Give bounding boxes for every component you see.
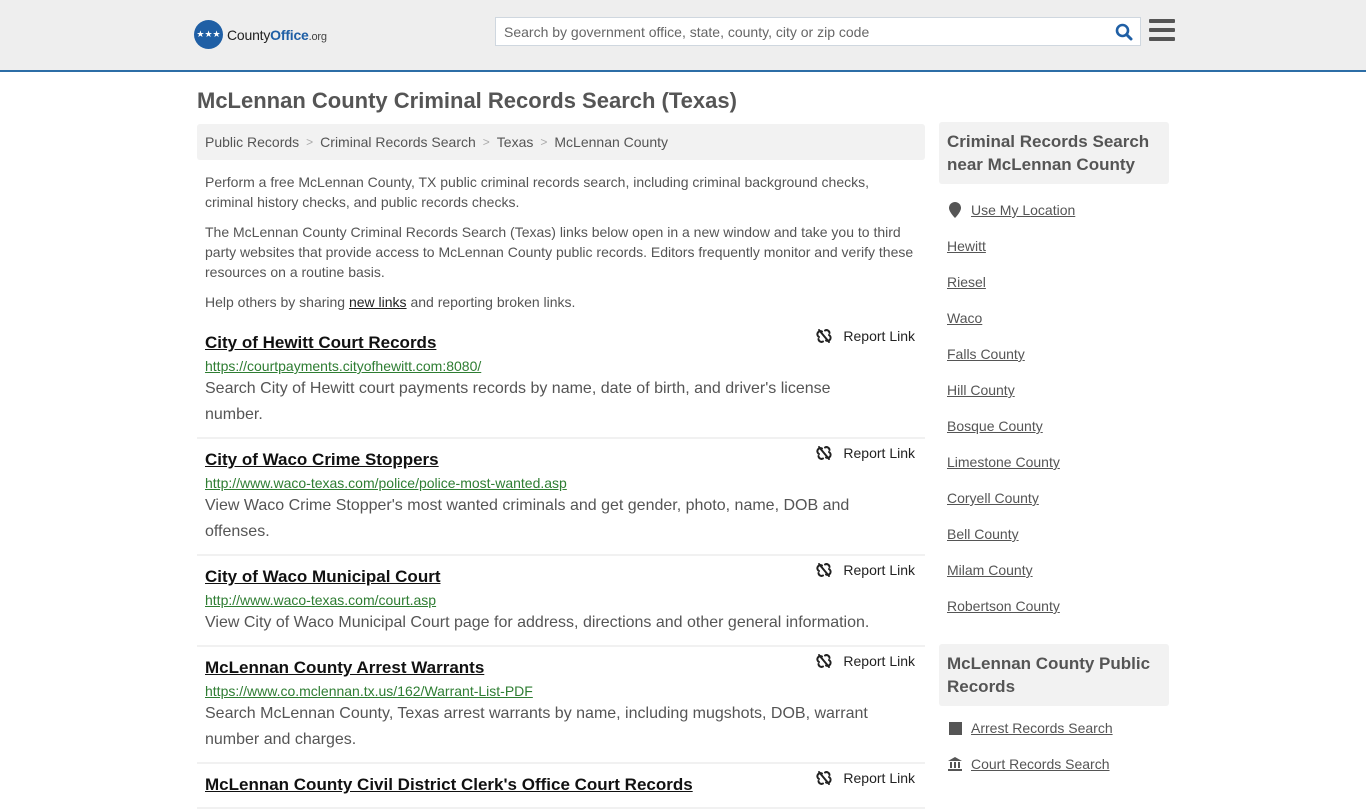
site-logo[interactable]: ★★★ CountyOffice.org — [194, 20, 327, 49]
report-link-label: Report Link — [843, 653, 915, 669]
nearby-link-bosque-county[interactable]: Bosque County — [947, 418, 1043, 434]
eagle-logo-icon: ★★★ — [194, 20, 223, 49]
record-description: View City of Waco Municipal Court page f… — [205, 614, 870, 631]
breadcrumb-texas[interactable]: Texas — [497, 134, 534, 150]
nearby-item: Coryell County — [947, 480, 1161, 516]
breadcrumb-current: McLennan County — [554, 134, 669, 150]
records-list: City of Hewitt Court Records Report Link… — [197, 328, 925, 809]
nearby-item: Riesel — [947, 264, 1161, 300]
court-records-search-link[interactable]: Court Records Search — [971, 756, 1110, 772]
breadcrumb-separator: > — [482, 135, 490, 149]
nearby-item: Hill County — [947, 372, 1161, 408]
top-bar: ★★★ CountyOffice.org — [0, 0, 1366, 72]
map-pin-icon — [947, 202, 963, 218]
nearby-link-limestone-county[interactable]: Limestone County — [947, 454, 1060, 470]
report-link-button[interactable]: Report Link — [816, 562, 915, 578]
record-item: City of Hewitt Court Records Report Link… — [197, 328, 925, 439]
sidebar: Criminal Records Search near McLennan Co… — [939, 122, 1169, 782]
report-link-label: Report Link — [843, 445, 915, 461]
record-item: City of Waco Municipal Court Report Link… — [197, 556, 925, 647]
nearby-item: Robertson County — [947, 588, 1161, 624]
nearby-link-robertson-county[interactable]: Robertson County — [947, 598, 1060, 614]
report-link-label: Report Link — [843, 562, 915, 578]
broken-link-icon — [816, 329, 832, 343]
breadcrumb-criminal-records-search[interactable]: Criminal Records Search — [320, 134, 476, 150]
intro-text-before: Help others by sharing — [205, 294, 349, 310]
record-item: McLennan County Civil District Clerk's O… — [197, 764, 925, 809]
magnifier-icon — [1115, 23, 1133, 40]
broken-link-icon — [816, 563, 832, 577]
intro-paragraph-1: Perform a free McLennan County, TX publi… — [205, 174, 870, 210]
public-record-item: Court Records Search — [947, 746, 1161, 782]
intro-paragraph-2: The McLennan County Criminal Records Sea… — [205, 224, 914, 280]
search-box — [495, 17, 1141, 46]
report-link-label: Report Link — [843, 770, 915, 786]
report-link-button[interactable]: Report Link — [816, 328, 915, 344]
record-url[interactable]: http://www.waco-texas.com/police/police-… — [205, 473, 917, 493]
nearby-item: Bosque County — [947, 408, 1161, 444]
nearby-item: Bell County — [947, 516, 1161, 552]
new-links-link[interactable]: new links — [349, 294, 407, 310]
search-input[interactable] — [496, 18, 1108, 45]
hamburger-icon — [1149, 19, 1175, 23]
record-title-link[interactable]: McLennan County Civil District Clerk's O… — [205, 772, 693, 798]
report-link-button[interactable]: Report Link — [816, 770, 915, 786]
intro-paragraph-3: Help others by sharing new links and rep… — [205, 292, 917, 312]
intro-text-after: and reporting broken links. — [406, 294, 576, 310]
report-link-button[interactable]: Report Link — [816, 445, 915, 461]
record-title-link[interactable]: City of Waco Municipal Court — [205, 564, 440, 590]
record-item: City of Waco Crime Stoppers Report Link … — [197, 439, 925, 556]
public-records-list: Arrest Records Search Court Records Sear… — [939, 710, 1169, 782]
record-item: McLennan County Arrest Warrants Report L… — [197, 647, 925, 764]
broken-link-icon — [816, 446, 832, 460]
nearby-link-milam-county[interactable]: Milam County — [947, 562, 1033, 578]
record-description: View Waco Crime Stopper's most wanted cr… — [205, 497, 850, 540]
nearby-link-hewitt[interactable]: Hewitt — [947, 238, 986, 254]
square-icon — [947, 721, 963, 735]
nearby-item: Limestone County — [947, 444, 1161, 480]
hamburger-menu-button[interactable] — [1149, 19, 1175, 43]
nearby-item: Milam County — [947, 552, 1161, 588]
intro-text: Perform a free McLennan County, TX publi… — [197, 172, 925, 312]
record-description: Search McLennan County, Texas arrest war… — [205, 705, 868, 748]
nearby-link-waco[interactable]: Waco — [947, 310, 982, 326]
arrest-records-search-link[interactable]: Arrest Records Search — [971, 720, 1113, 736]
page-title: McLennan County Criminal Records Search … — [197, 88, 737, 113]
broken-link-icon — [816, 771, 832, 785]
hamburger-line — [1149, 28, 1175, 32]
search-button[interactable] — [1108, 18, 1140, 45]
breadcrumb-public-records[interactable]: Public Records — [205, 134, 299, 150]
nearby-link-falls-county[interactable]: Falls County — [947, 346, 1025, 362]
breadcrumb: Public Records > Criminal Records Search… — [197, 124, 925, 160]
public-record-item: Arrest Records Search — [947, 710, 1161, 746]
use-my-location-item: Use My Location — [947, 192, 1161, 228]
record-url[interactable]: http://www.waco-texas.com/court.asp — [205, 590, 917, 610]
report-link-button[interactable]: Report Link — [816, 653, 915, 669]
breadcrumb-separator: > — [540, 135, 548, 149]
main-content: Public Records > Criminal Records Search… — [197, 124, 925, 809]
report-link-label: Report Link — [843, 328, 915, 344]
nearby-item: Waco — [947, 300, 1161, 336]
nearby-link-bell-county[interactable]: Bell County — [947, 526, 1019, 542]
nearby-link-hill-county[interactable]: Hill County — [947, 382, 1015, 398]
nearby-heading: Criminal Records Search near McLennan Co… — [939, 122, 1169, 184]
breadcrumb-separator: > — [306, 135, 314, 149]
use-my-location-link[interactable]: Use My Location — [971, 202, 1075, 218]
public-records-heading: McLennan County Public Records — [939, 644, 1169, 706]
nearby-link-coryell-county[interactable]: Coryell County — [947, 490, 1039, 506]
broken-link-icon — [816, 654, 832, 668]
nearby-list: Use My Location Hewitt Riesel Waco Falls… — [939, 192, 1169, 624]
nearby-item: Hewitt — [947, 228, 1161, 264]
record-description: Search City of Hewitt court payments rec… — [205, 380, 831, 423]
hamburger-line — [1149, 37, 1175, 41]
courthouse-icon — [947, 757, 963, 771]
nearby-item: Falls County — [947, 336, 1161, 372]
logo-text: CountyOffice.org — [227, 26, 327, 43]
record-title-link[interactable]: City of Hewitt Court Records — [205, 330, 436, 356]
record-title-link[interactable]: City of Waco Crime Stoppers — [205, 447, 439, 473]
record-title-link[interactable]: McLennan County Arrest Warrants — [205, 655, 484, 681]
record-url[interactable]: https://courtpayments.cityofhewitt.com:8… — [205, 356, 917, 376]
nearby-link-riesel[interactable]: Riesel — [947, 274, 986, 290]
record-url[interactable]: https://www.co.mclennan.tx.us/162/Warran… — [205, 681, 917, 701]
